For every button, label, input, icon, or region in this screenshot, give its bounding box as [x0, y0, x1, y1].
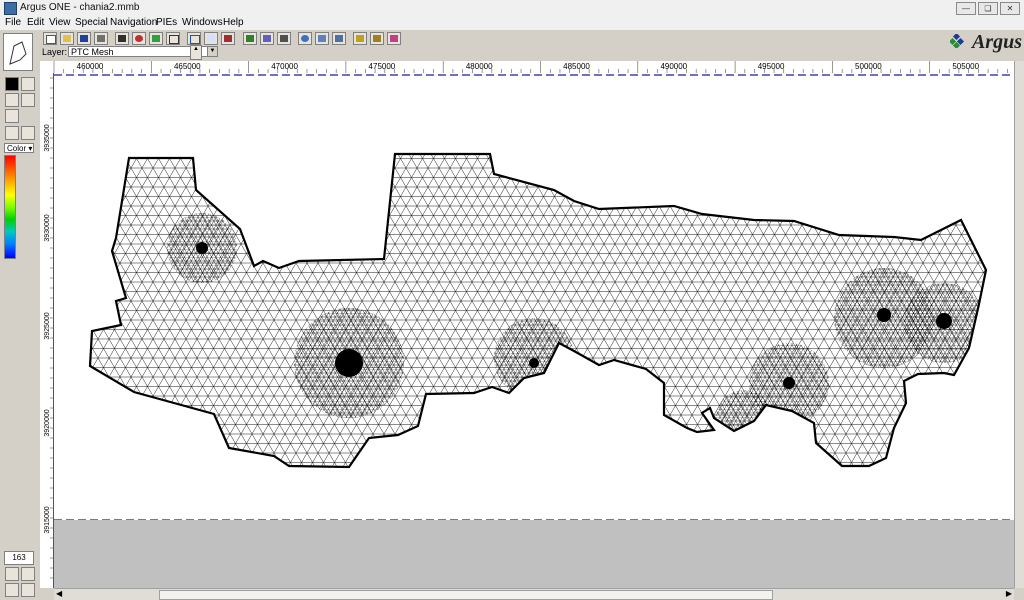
zoom-reset-icon[interactable] [21, 583, 35, 597]
line-tool[interactable] [21, 93, 35, 107]
restore-button[interactable]: ❏ [978, 2, 998, 15]
menu-view[interactable]: View [49, 17, 71, 28]
point-tool[interactable] [5, 126, 19, 140]
find-button[interactable] [115, 32, 129, 45]
vertical-scrollbar[interactable] [1014, 61, 1024, 588]
menu-windows[interactable]: Windows [182, 17, 223, 28]
zoom-fit-icon[interactable] [21, 567, 35, 581]
minimize-button[interactable]: — [956, 2, 976, 15]
edit-nodes-button[interactable] [277, 32, 291, 45]
grid-button[interactable] [166, 32, 180, 45]
zoom-out-icon[interactable] [5, 583, 19, 597]
contour-button[interactable] [204, 32, 218, 45]
zoom-in-icon[interactable] [5, 567, 19, 581]
pan-button[interactable] [332, 32, 346, 45]
select-arrow-tool[interactable] [5, 77, 19, 91]
mesh-view-button[interactable] [187, 32, 201, 45]
color-wheel-button[interactable] [132, 32, 146, 45]
figure-icon [9, 41, 27, 65]
vertical-ruler-scale: 3935000 3930000 3925000 3920000 3915000 [44, 77, 53, 579]
x-tick-label: 495000 [758, 62, 785, 71]
open-file-button[interactable] [60, 32, 74, 45]
finite-element-mesh[interactable] [54, 73, 1014, 588]
menu-file[interactable]: File [5, 17, 21, 28]
argus-logo-icon [950, 34, 964, 48]
lasso-tool[interactable] [21, 77, 35, 91]
ruler-tool[interactable] [21, 126, 35, 140]
y-tick-label: 3915000 [44, 506, 51, 533]
menu-special[interactable]: Special [75, 17, 108, 28]
brush-tool[interactable] [5, 109, 19, 123]
color-mode-select[interactable]: Color ▾ [4, 143, 34, 153]
window-title: Argus ONE - chania2.mmb [20, 2, 140, 13]
y-tick-label: 3920000 [44, 409, 51, 436]
y-tick-label: 3930000 [44, 214, 51, 241]
x-tick-label: 490000 [660, 62, 687, 71]
pencil-tool[interactable] [5, 93, 19, 107]
color-mode-label: Color [7, 144, 27, 153]
mesh-elements [90, 154, 986, 467]
vertical-ruler: 3935000 3930000 3925000 3920000 3915000 [40, 73, 54, 588]
layer-select-value: PTC Mesh [71, 47, 114, 57]
layers-button[interactable] [149, 32, 163, 45]
delete-mesh-button[interactable] [221, 32, 235, 45]
layer-stepper[interactable]: ▲ [190, 45, 202, 60]
app-icon [4, 2, 17, 15]
scroll-right-icon[interactable]: ▶ [1006, 589, 1012, 598]
x-tick-label: 465000 [174, 62, 201, 71]
y-tick-label: 3925000 [44, 312, 51, 339]
x-tick-label: 505000 [952, 62, 979, 71]
tool-palette: Color ▾ 163 [0, 31, 40, 599]
x-tick-label: 460000 [77, 62, 104, 71]
menu-pies[interactable]: PIEs [156, 17, 177, 28]
drawing-canvas[interactable] [54, 73, 1014, 588]
export-button[interactable] [243, 32, 257, 45]
print-button[interactable] [94, 32, 108, 45]
menu-edit[interactable]: Edit [27, 17, 44, 28]
save-button[interactable] [77, 32, 91, 45]
x-tick-label: 500000 [855, 62, 882, 71]
color-scale-bar [4, 155, 16, 259]
horizontal-ruler-scale: 460000 465000 470000 475000 480000 485000 4900… [53, 61, 1018, 73]
toolbar: Layer: PTC Mesh ▼ ▲ Argus [40, 31, 1024, 61]
import-button[interactable] [260, 32, 274, 45]
menu-navigation[interactable]: Navigation [110, 17, 157, 28]
layer-label: Layer: [42, 47, 68, 57]
argus-logo: Argus [971, 31, 1022, 53]
menu-help[interactable]: Help [223, 17, 244, 28]
layer-preview [3, 33, 33, 71]
y-tick-label: 3935000 [44, 124, 51, 151]
x-tick-label: 480000 [466, 62, 493, 71]
magnify-button[interactable] [298, 32, 312, 45]
menu-bar: File Edit View Special Navigation PIEs W… [0, 16, 1024, 30]
new-file-button[interactable] [43, 32, 57, 45]
scroll-left-icon[interactable]: ◀ [56, 589, 62, 598]
close-button[interactable]: ✕ [1000, 2, 1020, 15]
node-tool-button[interactable] [353, 32, 367, 45]
renumber-button[interactable] [387, 32, 401, 45]
element-tool-button[interactable] [370, 32, 384, 45]
x-tick-label: 470000 [271, 62, 298, 71]
horizontal-scrollbar[interactable]: ◀ ▶ [54, 588, 1014, 600]
outside-area [54, 520, 1014, 588]
title-bar: Argus ONE - chania2.mmb — ❏ ✕ [0, 0, 1024, 17]
pointer-button[interactable] [315, 32, 329, 45]
x-tick-label: 485000 [563, 62, 590, 71]
chevron-down-icon: ▼ [207, 47, 217, 56]
zoom-value: 163 [4, 551, 34, 565]
x-tick-label: 475000 [369, 62, 396, 71]
